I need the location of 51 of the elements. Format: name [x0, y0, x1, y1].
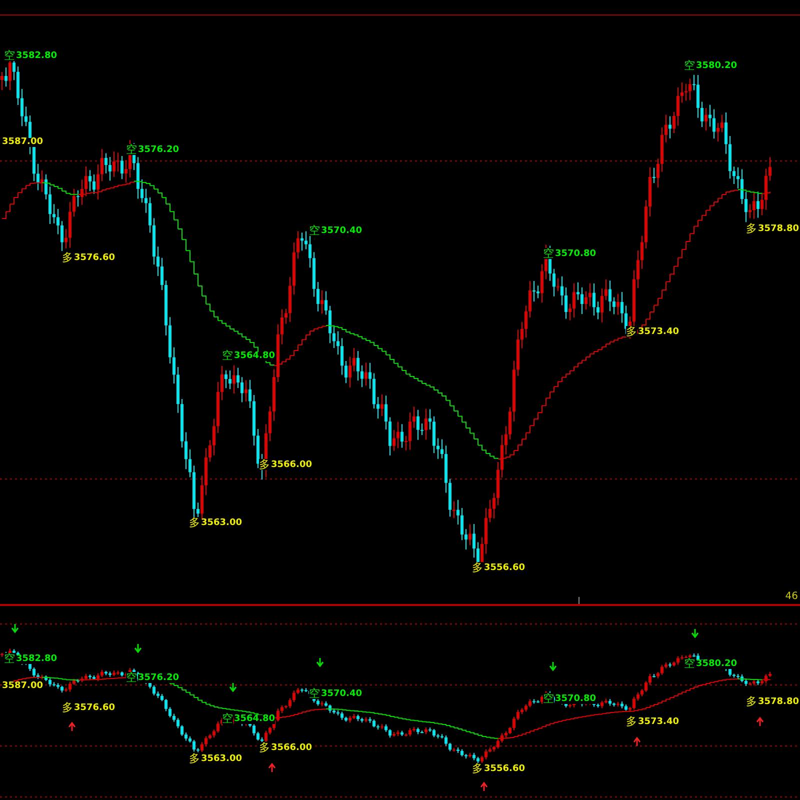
price-label: 3587.00 [2, 682, 43, 691]
price-label: 3587.00 [2, 138, 43, 147]
price-label: 3573.40 [638, 328, 679, 337]
price-label: 3580.20 [696, 660, 737, 669]
price-label: 3580.20 [696, 62, 737, 71]
signal-glyph: 空 [222, 713, 233, 724]
signal-glyph: 空 [4, 50, 15, 61]
price-label: 3570.80 [555, 250, 596, 259]
price-label: 3578.80 [758, 698, 799, 707]
price-label: 3582.80 [16, 52, 57, 61]
price-label: 3563.00 [201, 519, 242, 528]
signal-glyph: 多 [626, 326, 637, 337]
signal-glyph: 空 [309, 688, 320, 699]
signal-glyph: 多 [746, 223, 757, 234]
price-label: 3566.00 [271, 744, 312, 753]
signal-glyph: 多 [259, 459, 270, 470]
price-label: 3576.60 [74, 704, 115, 713]
price-label: 3566.00 [271, 461, 312, 470]
signal-glyph: 多 [472, 562, 483, 573]
signal-glyph: 空 [309, 225, 320, 236]
signal-glyph: 多 [189, 753, 200, 764]
signal-glyph: 空 [684, 658, 695, 669]
signal-glyph: 多 [626, 716, 637, 727]
price-label: 3573.40 [638, 718, 679, 727]
price-label: 3582.80 [16, 655, 57, 664]
signal-glyph: 空 [222, 350, 233, 361]
price-label: 3556.60 [484, 765, 525, 774]
price-label: 3578.80 [758, 225, 799, 234]
price-label: 3576.20 [138, 674, 179, 683]
signal-glyph: 空 [126, 672, 137, 683]
price-label: 3556.60 [484, 564, 525, 573]
signal-glyph: 多 [259, 742, 270, 753]
price-label: 3576.60 [74, 254, 115, 263]
signal-glyph: 多 [62, 252, 73, 263]
corner-text: 46 [785, 592, 798, 602]
price-label: 3564.80 [234, 715, 275, 724]
signal-glyph: 多 [62, 702, 73, 713]
price-label: 3570.80 [555, 695, 596, 704]
price-label: 3570.40 [321, 690, 362, 699]
signal-glyph: 空 [684, 60, 695, 71]
price-label: 3570.40 [321, 227, 362, 236]
price-label: 3576.20 [138, 146, 179, 155]
signal-glyph: 多 [472, 763, 483, 774]
price-label: 3564.80 [234, 352, 275, 361]
signal-glyph: 空 [543, 693, 554, 704]
price-label: 3563.00 [201, 755, 242, 764]
signal-glyph: 多 [746, 696, 757, 707]
signal-glyph: 空 [543, 248, 554, 259]
signal-glyph: 空 [4, 653, 15, 664]
signal-glyph: 多 [189, 517, 200, 528]
signal-glyph: 空 [126, 144, 137, 155]
